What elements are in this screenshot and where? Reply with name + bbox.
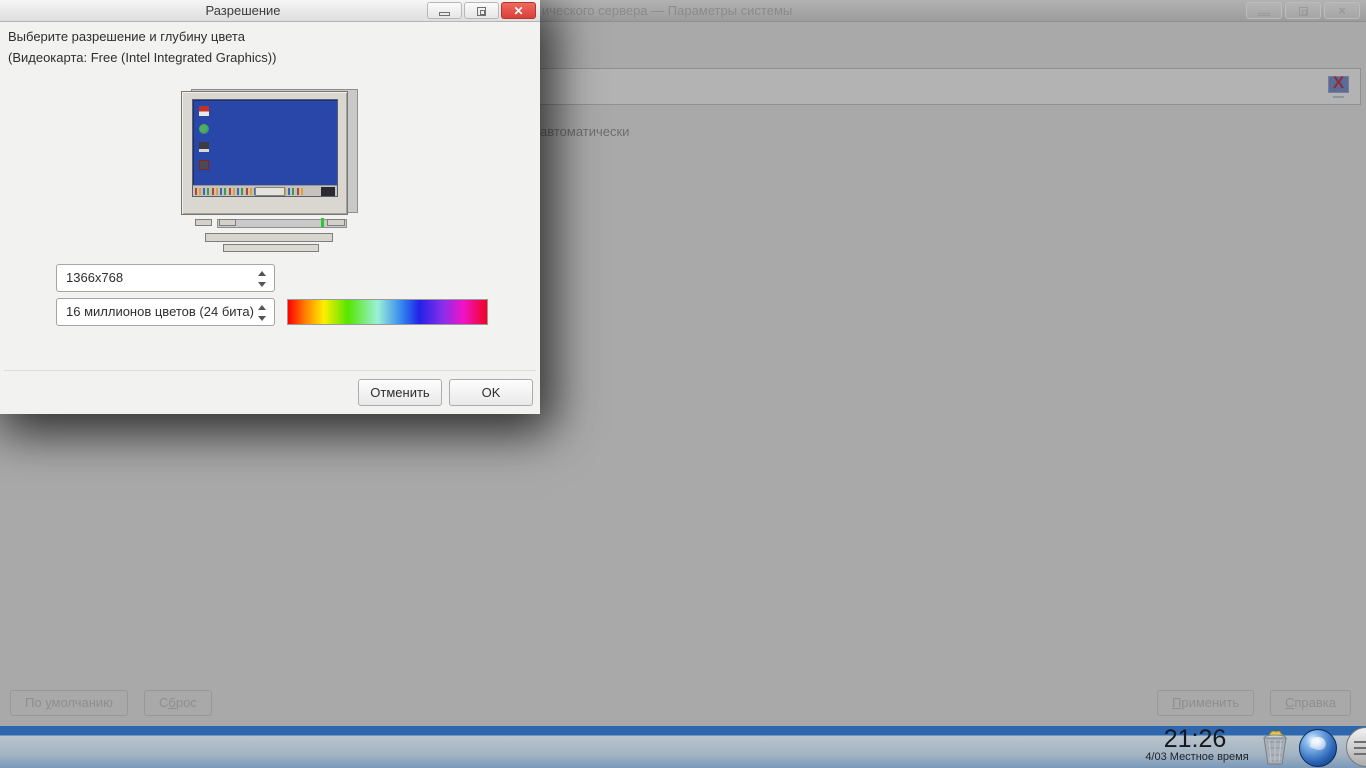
mini-taskbar xyxy=(193,185,337,196)
resolution-dialog: Разрешение ✕ Выберите разрешение и глуби… xyxy=(0,0,540,414)
dialog-close-button[interactable]: ✕ xyxy=(501,2,536,19)
reset-button[interactable]: Сброс xyxy=(144,690,212,716)
monitor-preview-image xyxy=(181,89,361,253)
dialog-minimize-button[interactable] xyxy=(427,2,462,19)
color-gradient-bar xyxy=(287,299,488,325)
color-depth-spinner[interactable] xyxy=(257,303,267,323)
maximize-icon xyxy=(477,7,486,16)
spin-down-icon xyxy=(258,316,266,321)
dialog-videocard-info: (Видеокарта: Free (Intel Integrated Grap… xyxy=(8,50,277,65)
preview-screen xyxy=(192,99,338,197)
mini-keyboard xyxy=(223,244,319,252)
taskbar-clock-date[interactable]: 4/03 Местное время xyxy=(1138,751,1256,763)
trash-icon xyxy=(1263,730,1287,765)
defaults-button[interactable]: По умолчанию xyxy=(10,690,128,716)
color-depth-select[interactable]: 16 миллионов цветов (24 бита) xyxy=(56,298,275,326)
power-led xyxy=(321,218,324,227)
bg-close-button[interactable]: × xyxy=(1324,2,1360,19)
close-icon: ✕ xyxy=(513,4,524,18)
mini-home-icon xyxy=(199,106,209,116)
dialog-instruction: Выберите разрешение и глубину цвета xyxy=(8,29,245,44)
apply-button[interactable]: Применить xyxy=(1157,690,1255,716)
desktop: ического сервера — Параметры системы × X… xyxy=(0,0,1366,768)
help-button[interactable]: Справка xyxy=(1270,690,1351,716)
mini-display-icon xyxy=(199,160,209,170)
dialog-title: Разрешение xyxy=(205,3,281,18)
trash-applet[interactable] xyxy=(1256,728,1294,766)
bg-maximize-button[interactable] xyxy=(1285,2,1321,19)
bg-minimize-button[interactable] xyxy=(1246,2,1282,19)
spin-up-icon xyxy=(258,271,266,276)
show-desktop-sphere[interactable] xyxy=(1299,729,1337,767)
mini-globe-icon xyxy=(199,124,209,134)
spin-down-icon xyxy=(258,282,266,287)
dialog-titlebar[interactable]: Разрешение ✕ xyxy=(0,0,540,22)
minimize-icon xyxy=(439,12,450,16)
maximize-icon xyxy=(1299,7,1308,16)
cancel-button[interactable]: Отменить xyxy=(358,379,442,406)
background-window-title: ического сервера — Параметры системы xyxy=(542,3,793,18)
bg-auto-text: автоматически xyxy=(540,124,630,139)
color-depth-value: 16 миллионов цветов (24 бита) xyxy=(66,304,254,319)
taskbar-clock-time[interactable]: 21:26 xyxy=(1150,726,1240,753)
minimize-icon xyxy=(1258,13,1270,16)
spin-up-icon xyxy=(258,305,266,310)
xorg-server-icon: X xyxy=(1327,73,1350,98)
close-icon: × xyxy=(1338,3,1346,18)
resolution-select[interactable]: 1366x768 xyxy=(56,264,275,292)
resolution-value: 1366x768 xyxy=(66,270,124,285)
grip-lines-icon xyxy=(1354,741,1366,755)
resolution-spinner[interactable] xyxy=(257,269,267,289)
ok-button[interactable]: OK xyxy=(449,379,533,406)
dialog-maximize-button[interactable] xyxy=(464,2,499,19)
mini-floppy-icon xyxy=(199,142,209,152)
dialog-separator xyxy=(4,370,536,371)
